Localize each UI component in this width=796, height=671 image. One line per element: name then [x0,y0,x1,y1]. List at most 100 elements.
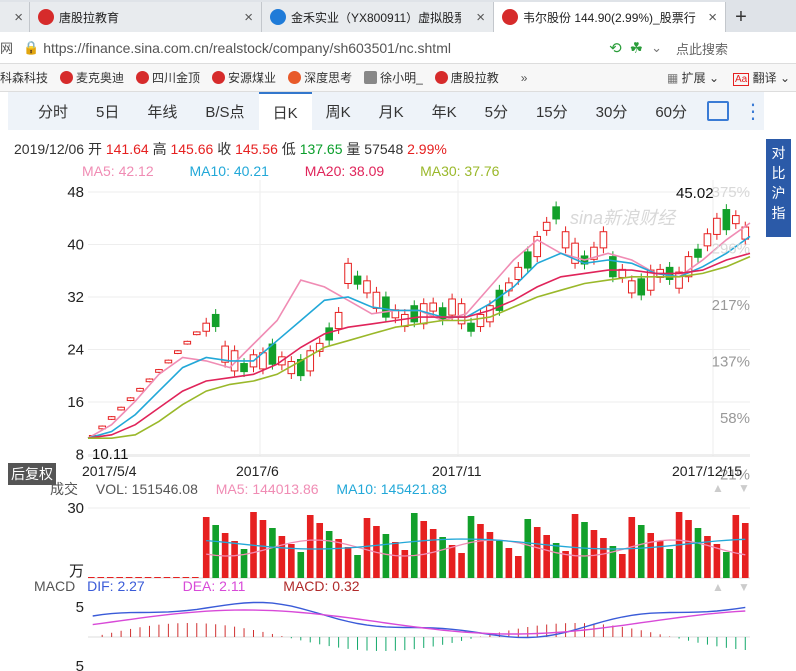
tab-period[interactable]: 60分 [641,92,701,130]
volume-bar [505,548,513,578]
ma-legend: MA5: 42.12 MA10: 40.21 MA20: 38.09 MA30:… [82,163,531,179]
candle-body [164,359,173,364]
close-icon[interactable]: × [8,9,23,26]
close-icon[interactable]: × [702,9,717,26]
compare-index-button[interactable]: 对比沪指 [766,139,791,237]
tab-title: 金禾实业（YX800911）虚拟股票 [291,10,461,25]
url-field[interactable]: https://finance.sina.com.cn/realstock/co… [43,40,451,56]
tab-period[interactable]: 15分 [522,92,582,130]
percent-tick-label: 296% [712,241,750,258]
volume-bar [288,544,295,578]
volume-bar [496,540,503,578]
tab-period[interactable]: 年线 [133,92,191,130]
refresh-icon[interactable]: ⟲ [609,39,622,57]
bookmark-item[interactable]: 徐小明_ [364,69,423,86]
bookmark-item[interactable]: 唐股拉教 [434,69,499,86]
volume-bar [732,515,740,578]
max-price-label: 45.02 [676,185,714,202]
tab-period[interactable]: 5分 [471,92,522,130]
candle-body [183,340,192,345]
search-input[interactable]: 点此搜索 [676,39,786,58]
browser-tab[interactable]: 唐股拉教育 × [30,2,262,32]
candle-body [552,206,560,220]
close-icon[interactable]: × [238,9,253,26]
percent-tick-label: 375% [712,184,750,201]
extensions-button[interactable]: ▦ 扩展 ⌄ [667,69,719,86]
tab-period[interactable]: 年K [418,92,471,130]
volume-axis-label: 30 [67,500,84,517]
macd-legend: MACD DIF: 2.27 DEA: 2.11 MACD: 0.32 [34,578,360,594]
bookmark-item[interactable]: 科森科技 [0,69,48,86]
chevron-down-icon[interactable]: ⌄ [651,40,662,56]
candle-body [391,309,400,319]
bookmark-item[interactable]: 深度思考 [288,69,352,86]
ma5-label: MA5: 42.12 [82,163,154,179]
bookmarks-more-icon[interactable]: » [521,71,528,85]
browser-tab[interactable]: × [0,2,30,32]
volume-bar [562,551,569,578]
candle-body [732,215,740,225]
fullscreen-icon[interactable] [707,101,730,121]
ma-line [88,255,751,440]
candle-body [542,221,551,231]
volume-bar [240,549,248,578]
candle-body [278,356,286,366]
close-icon[interactable]: × [470,9,485,26]
bookmarks-bar: 科森科技 麦克奥迪 四川金顶 安源煤业 深度思考 徐小明_ 唐股拉教 » ▦ 扩… [0,64,796,92]
jinhe-favicon-icon [270,9,286,25]
leaf-icon[interactable]: ☘ [630,39,643,57]
candle-body [98,425,106,430]
bookmark-icon [364,71,378,84]
min-price-label: 10.11 [92,446,128,463]
tab-period[interactable]: 分时 [8,92,82,130]
more-icon[interactable]: ⋮ [743,99,763,124]
volume-bar [363,518,371,578]
tab-period[interactable]: 5日 [82,92,133,130]
candle-body [571,242,579,264]
price-tick-label: 16 [67,394,84,411]
address-prefix: 网 [0,41,14,56]
bookmark-item[interactable]: 麦克奥迪 [60,69,124,86]
ma-line [87,235,751,439]
volume-bar [600,538,607,578]
scroll-up-icon: ▲ [712,580,724,594]
candle-body [665,266,674,280]
adjusted-price-label[interactable]: 后复权 [8,463,56,485]
volume-bar [486,532,494,578]
tab-period[interactable]: 30分 [582,92,642,130]
macd-dif-line [92,601,746,639]
tab-period[interactable]: B/S点 [191,92,258,130]
ma20-label: MA20: 38.09 [304,163,385,179]
candle-body [315,342,324,352]
price-tick-label: 32 [67,289,84,306]
tab-period-active[interactable]: 日K [258,92,312,130]
candle-body [268,343,277,365]
volume-bar [477,524,484,578]
volume-bar [202,517,210,578]
volume-bar [713,544,721,578]
candle-body [514,266,523,280]
tab-title: 唐股拉教育 [59,10,120,25]
bookmark-item[interactable]: 四川金顶 [136,69,200,86]
new-tab-button[interactable]: + [726,2,756,32]
tab-period[interactable]: 周K [312,92,365,130]
ma10-label: MA10: 40.21 [189,163,269,179]
candle-body [599,231,608,249]
volume-bar [656,541,664,578]
translate-button[interactable]: Aa 翻译 ⌄ [733,69,790,86]
date-axis-label: 2017/12/15 [672,463,743,479]
browser-tab[interactable]: 金禾实业（YX800911）虚拟股票 × [262,2,494,32]
volume-bar [619,554,626,578]
candle-body [363,280,371,294]
price-tick-label: 8 [76,447,84,464]
volume-bar [269,528,276,578]
grid-icon: ▦ [666,71,682,85]
browser-tab-active[interactable]: 韦尔股份 144.90(2.99%)_股票行 × [494,2,726,32]
tab-period[interactable]: 月K [365,92,418,130]
volume-bar [401,550,409,578]
candle-body [523,251,532,269]
date-axis-label: 2017/6 [236,463,279,479]
bookmark-item[interactable]: 安源煤业 [212,69,276,86]
candle-body [325,327,333,341]
candle-body [722,209,731,231]
